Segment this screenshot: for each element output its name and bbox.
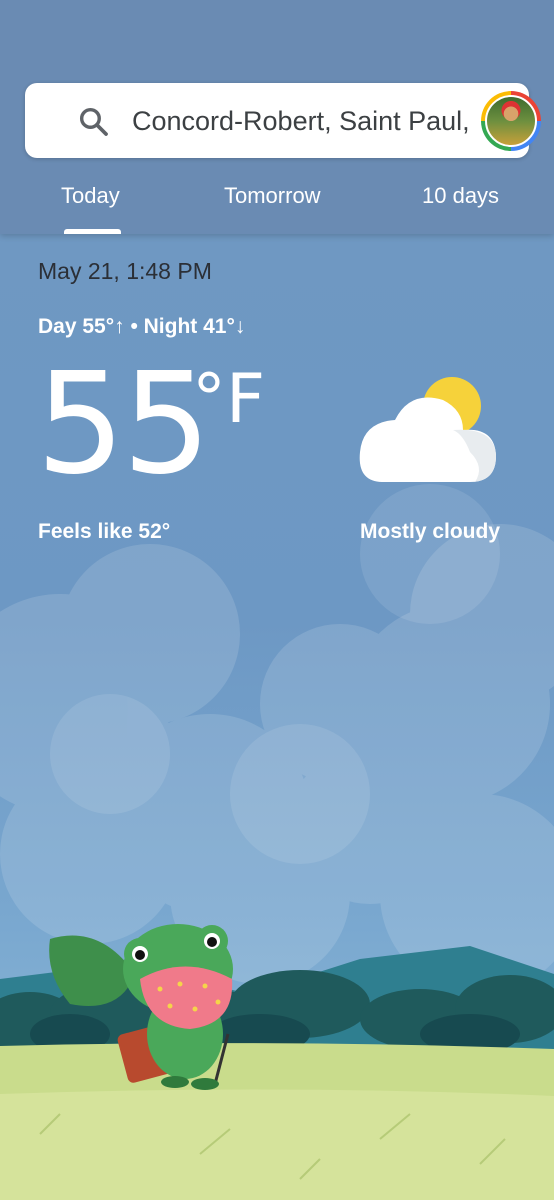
account-avatar[interactable]: [481, 91, 541, 151]
search-icon[interactable]: [77, 105, 111, 139]
tab-today[interactable]: Today: [61, 182, 120, 210]
feels-like: Feels like 52°: [38, 520, 171, 543]
current-temperature: 55: [36, 343, 211, 506]
avatar-photo: [485, 95, 537, 147]
current-datetime: May 21, 1:48 PM: [38, 258, 212, 284]
weather-condition: Mostly cloudy: [360, 520, 501, 543]
location-search-bar[interactable]: Concord-Robert, Saint Paul, ...: [25, 83, 541, 158]
location-text[interactable]: Concord-Robert, Saint Paul, ...: [132, 105, 477, 137]
mostly-cloudy-icon: [359, 377, 496, 482]
day-night-temps: Day 55°↑ • Night 41°↓: [38, 315, 246, 338]
tab-tomorrow[interactable]: Tomorrow: [224, 182, 321, 210]
app-header: Concord-Robert, Saint Paul, ... Today To…: [0, 0, 554, 234]
selected-tab-indicator: [64, 229, 121, 234]
temperature-unit: °F: [192, 360, 266, 439]
forecast-tabs: Today Tomorrow 10 days: [0, 172, 554, 234]
tab-10-days[interactable]: 10 days: [422, 182, 499, 210]
